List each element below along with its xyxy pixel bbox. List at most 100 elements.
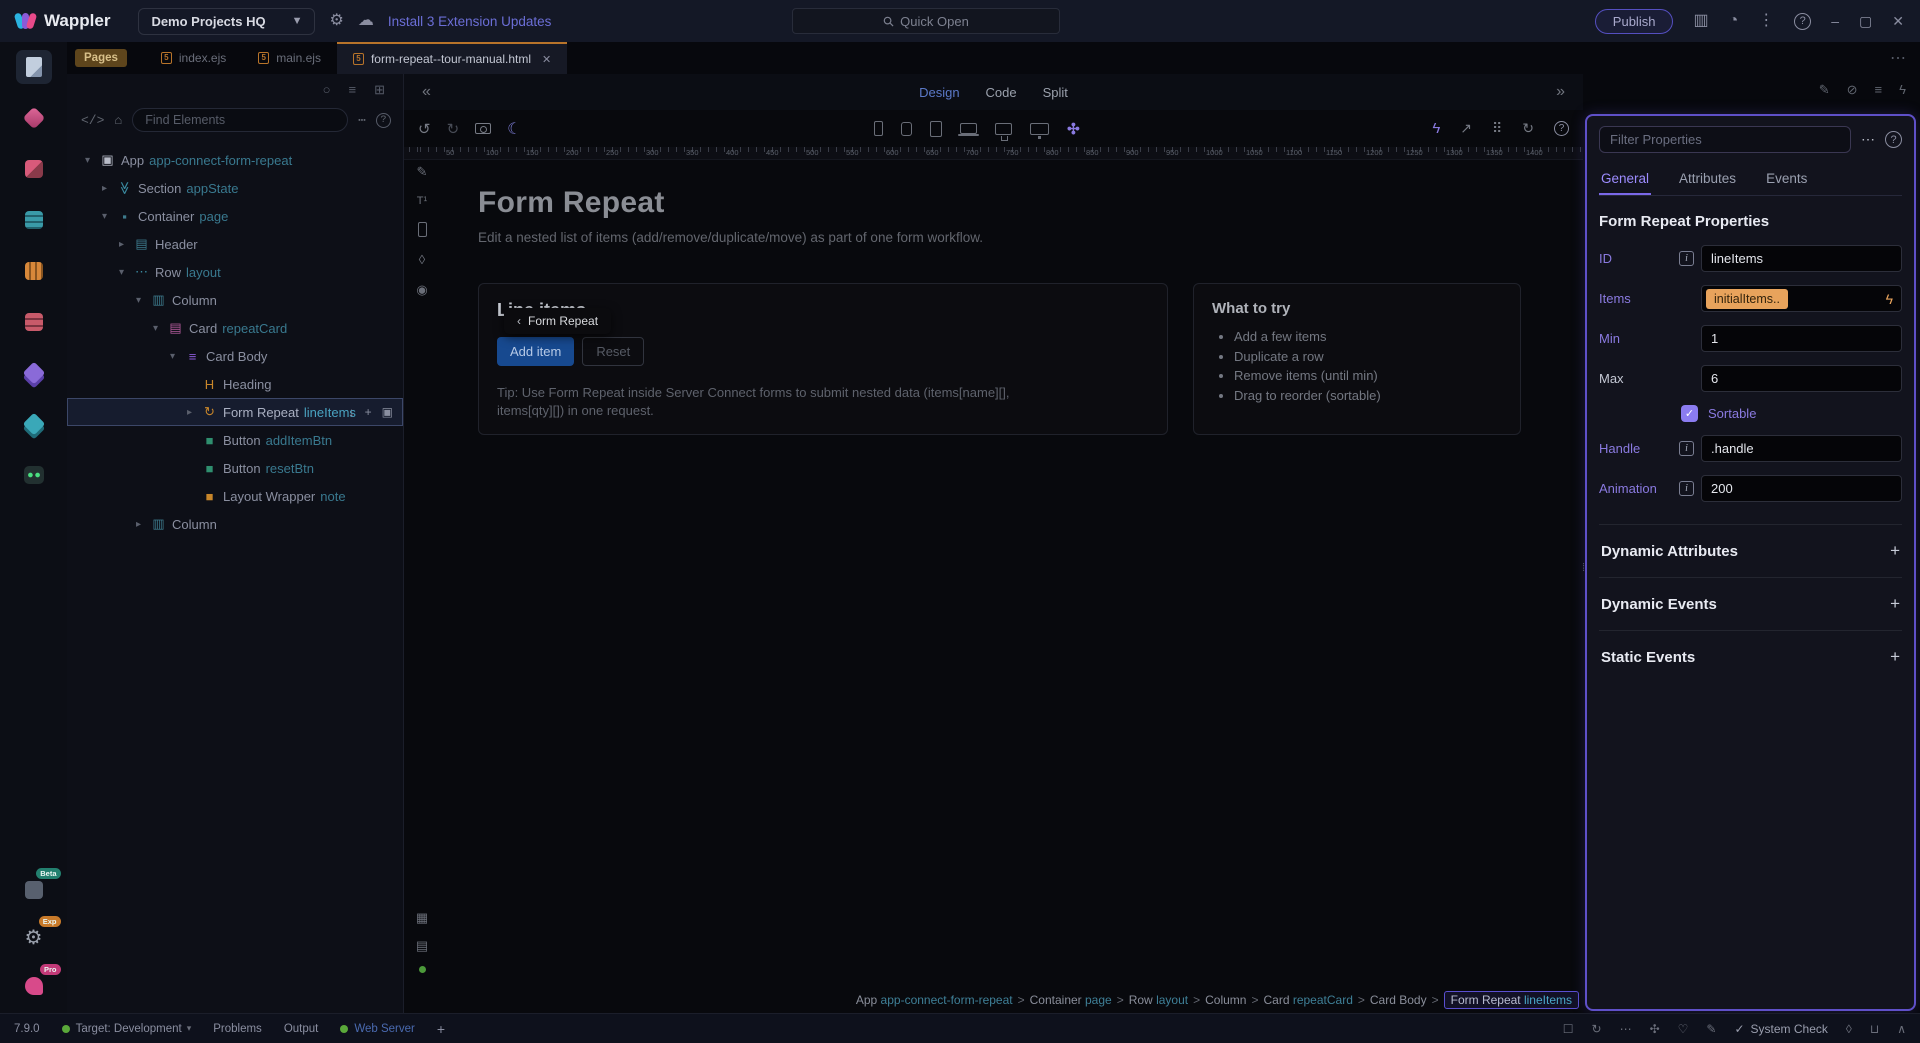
grid-view-icon[interactable]: ⊞ [374,82,385,98]
eraser-icon[interactable]: ◊ [1846,1022,1852,1036]
redo-icon[interactable]: ↻ [447,120,460,138]
properties-tab-attributes[interactable]: Attributes [1677,163,1738,195]
window-minimize-button[interactable]: – [1831,13,1839,29]
sortable-checkbox[interactable]: ✓ [1681,405,1698,422]
breadcrumb-item[interactable]: App app-connect-form-repeat [856,993,1013,1007]
list-icon[interactable]: ≡ [1875,82,1883,114]
actions-bolt-icon[interactable]: ϟ [1432,120,1440,137]
tree-item-button[interactable]: ■ButtonaddItemBtn [67,426,403,454]
breadcrumb-item[interactable]: Card Body [1370,993,1427,1007]
info-icon[interactable]: i [1679,251,1694,266]
settings-gear-icon[interactable]: ⚙Exp [16,921,52,955]
approve-icon[interactable]: ♡ [1678,1022,1689,1036]
output-button[interactable]: Output [284,1023,319,1035]
info-icon[interactable]: i [1679,481,1694,496]
file-tab[interactable]: 5main.ejs [242,42,337,74]
properties-tab-general[interactable]: General [1599,163,1651,195]
more-options-icon[interactable]: ⋯ [358,113,366,128]
tab-close-icon[interactable]: ✕ [542,53,551,66]
dynamic-data-bolt-icon[interactable]: ϟ [1886,291,1897,307]
tree-expand-icon[interactable]: ▾ [115,267,128,278]
window-close-button[interactable]: ✕ [1892,13,1904,30]
tree-item-container[interactable]: ▾▪Containerpage [67,202,403,230]
resize-arrows-icon[interactable]: ✣ [1650,1022,1660,1036]
collapse-right-icon[interactable]: » [1556,83,1565,101]
kebab-menu-icon[interactable]: ⋮ [1758,13,1774,29]
brush-icon[interactable]: ✎ [1706,1022,1716,1036]
help-icon[interactable]: ? [1554,121,1569,136]
breadcrumb-item[interactable]: Card repeatCard [1263,993,1352,1007]
device-phone-icon[interactable] [874,121,883,136]
add-panel-icon[interactable]: + [437,1021,445,1037]
tree-item-form-repeat[interactable]: ▸↻Form RepeatlineItems↓+▣ [67,398,403,426]
cloud-download-icon[interactable]: ☁ [358,13,374,29]
add-icon[interactable]: + [1890,594,1900,614]
edit-pencil-icon[interactable]: ✎ [1819,82,1830,114]
pages-stack-icon[interactable] [16,407,52,441]
web-server-status[interactable]: Web Server [340,1023,415,1035]
device-tv-icon[interactable] [1030,123,1049,135]
section-dynamic-attributes[interactable]: Dynamic Attributes+ [1599,524,1902,577]
layout-panels-icon[interactable]: ▥ [1693,13,1708,29]
system-check-button[interactable]: ✓ System Check [1734,1022,1827,1036]
tab-overflow-icon[interactable]: ⋯ [1890,48,1906,68]
properties-tab-events[interactable]: Events [1764,163,1809,195]
unlink-icon[interactable]: ⊘ [1847,82,1858,114]
theme-drop-icon[interactable]: ◔ [1729,13,1739,29]
collapse-left-icon[interactable]: « [422,83,431,101]
tree-expand-icon[interactable]: ▾ [98,211,111,222]
file-tab[interactable]: 5form-repeat--tour-manual.html✕ [337,42,567,74]
project-selector[interactable]: Demo Projects HQ ▼ [138,8,315,35]
table-icon[interactable] [16,254,52,288]
section-dynamic-events[interactable]: Dynamic Events+ [1599,577,1902,630]
free-resize-icon[interactable]: ✣ [1067,120,1080,138]
section-static-events[interactable]: Static Events+ [1599,630,1902,683]
select-box-icon[interactable]: ☐ [1563,1022,1574,1036]
view-mode-design[interactable]: Design [919,85,959,100]
pro-tool-icon[interactable]: Pro [16,969,52,1003]
collapse-icon[interactable]: ∧ [1897,1022,1906,1036]
help-icon[interactable]: ? [1885,131,1902,148]
target-selector[interactable]: Target: Development ▾ [62,1023,192,1035]
breadcrumb-item[interactable]: Row layout [1129,993,1188,1007]
tree-expand-icon[interactable]: ▸ [98,183,111,194]
ai-assistant-icon[interactable] [16,458,52,492]
add-icon[interactable]: + [1890,541,1900,561]
move-down-icon[interactable]: ↓ [349,405,355,419]
items-binding-chip[interactable]: initialItems.. [1706,289,1788,309]
min-input[interactable] [1701,325,1902,352]
reset-button[interactable]: Reset [582,337,644,366]
tree-item-heading[interactable]: HHeading [67,370,403,398]
help-icon[interactable]: ? [376,113,391,128]
pages-panel-badge[interactable]: Pages [75,49,127,67]
tree-item-section[interactable]: ▸≫SectionappState [67,174,403,202]
breadcrumb-item[interactable]: Column [1205,993,1246,1007]
tree-expand-icon[interactable]: ▸ [115,239,128,250]
tree-item-column[interactable]: ▸▥Column [67,510,403,538]
add-icon[interactable]: + [1890,647,1900,667]
components-icon[interactable] [16,305,52,339]
more-options-icon[interactable]: ⋯ [1861,131,1875,148]
breadcrumb-item[interactable]: Container page [1030,993,1112,1007]
publish-button[interactable]: Publish [1595,9,1674,34]
tree-item-header[interactable]: ▸▤Header [67,230,403,258]
device-tablet-icon[interactable] [930,121,942,137]
design-pen-icon[interactable] [16,101,52,135]
tree-item-card[interactable]: ▾▤CardrepeatCard [67,314,403,342]
file-tab[interactable]: 5index.ejs [145,42,242,74]
device-laptop-icon[interactable] [960,123,977,134]
tree-item-app[interactable]: ▾▣Appapp-connect-form-repeat [67,146,403,174]
filter-properties-input[interactable] [1599,126,1851,153]
id-input[interactable] [1701,245,1902,272]
tree-expand-icon[interactable]: ▸ [183,407,196,418]
window-restore-button[interactable]: ▢ [1859,13,1872,30]
add-item-button[interactable]: Add item [497,337,574,366]
info-icon[interactable]: i [1679,441,1694,456]
beta-tool-icon[interactable]: Beta [16,873,52,907]
breadcrumb-item[interactable]: Form Repeat lineItems [1444,991,1579,1009]
refresh-icon[interactable]: ↻ [1522,120,1534,137]
tree-expand-icon[interactable]: ▾ [149,323,162,334]
screenshot-icon[interactable] [475,123,491,134]
tree-item-column[interactable]: ▾▥Column [67,286,403,314]
database-icon[interactable] [16,203,52,237]
